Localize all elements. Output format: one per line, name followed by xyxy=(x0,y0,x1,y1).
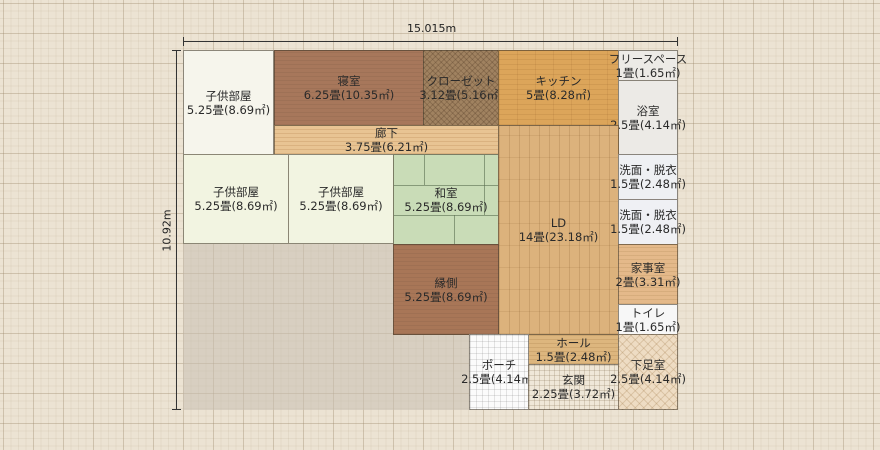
width-dimension-tick-left xyxy=(183,37,184,46)
room-name: ポーチ xyxy=(481,358,517,372)
room-ld[interactable]: LD 14畳(23.18㎡) xyxy=(498,125,619,335)
tatami-seam xyxy=(394,215,498,216)
room-wash-1[interactable]: 洗面・脱衣 1.5畳(2.48㎡) xyxy=(610,154,686,200)
room-engawa[interactable]: 縁側 5.25畳(8.69㎡) xyxy=(393,244,499,335)
room-area: 5.25畳(8.69㎡) xyxy=(299,199,383,213)
height-dimension-label: 10.92m xyxy=(160,209,174,252)
room-genkan[interactable]: 玄関 2.25畳(3.72㎡) xyxy=(528,364,619,410)
room-area: 3.12畳(5.16㎡) xyxy=(419,88,503,102)
room-area: 1.5畳(2.48㎡) xyxy=(535,349,612,364)
room-porch[interactable]: ポーチ 2.5畳(4.14㎡) xyxy=(461,334,537,410)
room-area: 5.25畳(8.69㎡) xyxy=(186,102,271,117)
width-dimension-label: 15.015m xyxy=(407,22,457,35)
room-name: 家事室 xyxy=(630,260,666,275)
room-name: キッチン xyxy=(535,74,582,88)
room-area: 1畳(1.65㎡) xyxy=(615,65,681,80)
room-name: 廊下 xyxy=(375,126,398,140)
room-name: 寝室 xyxy=(337,74,361,88)
room-name: クローゼット xyxy=(426,74,496,88)
room-name: 洗面・脱衣 xyxy=(619,208,677,222)
room-area: 6.25畳(10.35㎡) xyxy=(303,88,395,102)
room-area: 14畳(23.18㎡) xyxy=(518,230,599,244)
room-name: LD xyxy=(550,216,567,230)
width-dimension-tick-right xyxy=(677,37,678,46)
room-area: 2.25畳(3.72㎡) xyxy=(531,387,616,401)
room-toilet[interactable]: トイレ 1畳(1.65㎡) xyxy=(615,304,681,335)
room-wash-2[interactable]: 洗面・脱衣 1.5畳(2.48㎡) xyxy=(610,199,686,245)
room-area: 5畳(8.28㎡) xyxy=(526,88,591,102)
room-area: 5.25畳(8.69㎡) xyxy=(404,289,488,304)
room-name: 和室 xyxy=(434,185,458,200)
room-name: フリースペース xyxy=(608,51,688,66)
room-child-1[interactable]: 子供部屋 5.25畳(8.69㎡) xyxy=(183,50,274,155)
height-dimension-line xyxy=(176,50,177,409)
room-name: トイレ xyxy=(630,305,666,320)
room-name: 子供部屋 xyxy=(318,185,364,199)
room-bath[interactable]: 浴室 2.5畳(4.14㎡) xyxy=(610,80,686,155)
room-area: 2畳(3.31㎡) xyxy=(615,274,681,289)
room-getabako[interactable]: 下足室 2.5畳(4.14㎡) xyxy=(610,334,686,410)
room-area: 1.5畳(2.48㎡) xyxy=(610,177,686,191)
width-dimension-line xyxy=(183,41,678,42)
room-free-space[interactable]: フリースペース 1畳(1.65㎡) xyxy=(609,50,687,81)
room-area: 2.5畳(4.14㎡) xyxy=(610,117,686,132)
room-kaji[interactable]: 家事室 2畳(3.31㎡) xyxy=(615,244,681,305)
room-area: 2.5畳(4.14㎡) xyxy=(610,372,686,386)
room-name: 浴室 xyxy=(636,103,660,118)
room-washitsu[interactable]: 和室 5.25畳(8.69㎡) xyxy=(393,154,499,245)
room-area: 5.25畳(8.69㎡) xyxy=(194,199,278,213)
room-name: 洗面・脱衣 xyxy=(619,163,677,177)
room-area: 1.5畳(2.48㎡) xyxy=(610,222,686,236)
room-name: 下足室 xyxy=(630,358,666,372)
room-area: 1畳(1.65㎡) xyxy=(615,319,681,334)
room-name: 縁側 xyxy=(434,275,458,290)
room-name: 玄関 xyxy=(562,373,585,387)
room-area: 5.25畳(8.69㎡) xyxy=(404,199,488,214)
tatami-seam xyxy=(454,215,455,245)
room-area: 3.75畳(6.21㎡) xyxy=(344,140,429,154)
room-child-3[interactable]: 子供部屋 5.25畳(8.69㎡) xyxy=(288,154,394,244)
tatami-seam xyxy=(424,155,425,185)
room-name: ホール xyxy=(556,335,591,350)
room-name: 子供部屋 xyxy=(213,185,259,199)
height-dimension-tick-bottom xyxy=(172,409,181,410)
room-child-2[interactable]: 子供部屋 5.25畳(8.69㎡) xyxy=(183,154,289,244)
room-hall[interactable]: ホール 1.5畳(2.48㎡) xyxy=(528,334,619,365)
room-name: 子供部屋 xyxy=(205,88,252,103)
room-closet[interactable]: クローゼット 3.12畳(5.16㎡) xyxy=(419,50,503,126)
room-kitchen[interactable]: キッチン 5畳(8.28㎡) xyxy=(498,50,619,126)
room-bedroom[interactable]: 寝室 6.25畳(10.35㎡) xyxy=(274,50,424,126)
room-hallway[interactable]: 廊下 3.75畳(6.21㎡) xyxy=(274,125,499,155)
height-dimension-tick-top xyxy=(172,50,181,51)
room-area: 2.5畳(4.14㎡) xyxy=(461,372,537,386)
